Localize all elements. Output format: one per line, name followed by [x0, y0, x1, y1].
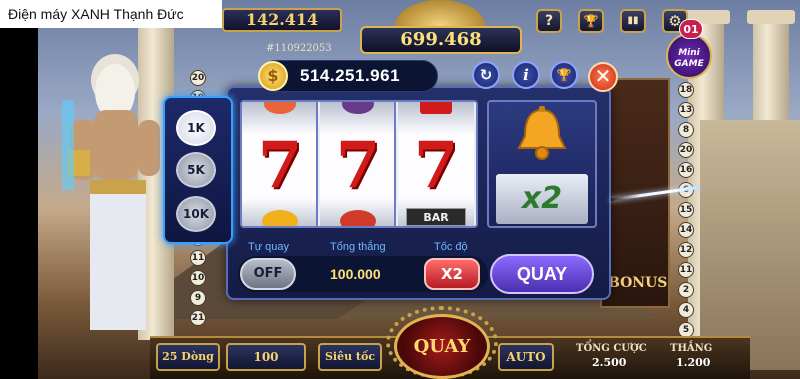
payline-column-right: 181382016615141211245	[678, 82, 696, 342]
reel-3: 7 BAR	[398, 102, 474, 226]
close-button[interactable]: ✕	[588, 62, 618, 92]
mini-game-label-line1: Mini	[678, 48, 700, 58]
payline-number[interactable]: 20	[678, 142, 694, 158]
left-black-margin	[0, 0, 38, 379]
auto-spin-label: Tự quay	[248, 241, 289, 253]
payline-number[interactable]: 15	[678, 202, 694, 218]
payline-number[interactable]: 12	[678, 242, 694, 258]
watermark-label: Điện máy XANH Thạnh Đức	[0, 0, 222, 28]
session-id: #110922053	[266, 43, 332, 54]
stats-icon[interactable]: ▮▮	[620, 9, 646, 33]
small-jackpot-display: 142.414	[222, 8, 342, 32]
payline-number[interactable]: 2	[678, 282, 694, 298]
mini-game-badge: 01	[679, 19, 703, 39]
bet-10k-button[interactable]: 10K	[176, 196, 216, 232]
seven-partial-symbol	[420, 102, 452, 114]
payline-number[interactable]: 16	[678, 162, 694, 178]
speed-button[interactable]: X2	[424, 258, 480, 290]
leaderboard-button[interactable]: 🏆	[550, 61, 578, 89]
seven-symbol: 7	[257, 128, 303, 203]
payline-number[interactable]: 18	[678, 82, 694, 98]
bet-1k-button[interactable]: 1K	[176, 110, 216, 146]
payline-number[interactable]: 14	[678, 222, 694, 238]
main-spin-button[interactable]: QUAY	[394, 314, 490, 379]
win-label: THẮNG	[670, 343, 713, 354]
total-win-label: Tổng thắng	[330, 241, 386, 253]
bonus-text: BONUS	[608, 275, 668, 291]
auto-button[interactable]: AUTO	[498, 343, 554, 371]
lines-button[interactable]: 25 Dòng	[156, 343, 220, 371]
payline-number[interactable]: 11	[678, 262, 694, 278]
temple-wall	[700, 120, 800, 370]
total-bet-label: TỔNG CƯỢC	[576, 343, 647, 354]
mini-game-label-line2: GAME	[674, 59, 704, 69]
multiplier-symbol: x2	[496, 174, 588, 224]
payline-number[interactable]: 13	[678, 102, 694, 118]
payline-number[interactable]: 9	[190, 290, 206, 306]
payline-number[interactable]: 8	[678, 122, 694, 138]
eagle-emblem	[395, 0, 485, 26]
bet-5k-button[interactable]: 5K	[176, 152, 216, 188]
payline-number[interactable]: 11	[190, 250, 206, 266]
plum-symbol	[342, 102, 374, 114]
reels-window: 7 7 7 BAR	[240, 100, 478, 228]
payline-number[interactable]: 10	[190, 270, 206, 286]
trophy-icon[interactable]: 🏆	[578, 9, 604, 33]
help-icon[interactable]: ?	[536, 9, 562, 33]
refresh-button[interactable]: ↻	[472, 61, 500, 89]
balance-value: 514.251.961	[300, 66, 401, 85]
reel-1: 7	[242, 102, 318, 226]
win-value: 1.200	[676, 356, 711, 369]
seven-symbol: 7	[413, 128, 459, 203]
payline-number[interactable]: 21	[190, 310, 206, 326]
bet-value-button[interactable]: 100	[226, 343, 306, 371]
speed-label: Tốc độ	[434, 241, 468, 253]
mini-spin-button[interactable]: QUAY	[490, 254, 594, 294]
info-button[interactable]: i	[512, 61, 540, 89]
zeus-character	[62, 54, 160, 330]
total-bet-value: 2.500	[592, 356, 627, 369]
main-jackpot-display: 699.468	[360, 26, 522, 54]
bar-symbol: BAR	[406, 208, 466, 226]
seven-symbol: 7	[335, 128, 381, 203]
auto-spin-toggle[interactable]: OFF	[240, 258, 296, 290]
coin-icon: $	[258, 61, 288, 91]
payline-number[interactable]: 4	[678, 302, 694, 318]
mini-game-button[interactable]: Mini GAME	[666, 33, 712, 79]
fruit-symbol	[264, 102, 296, 114]
total-win-value: 100.000	[330, 266, 381, 282]
watermelon-symbol	[340, 210, 376, 226]
lemon-symbol	[262, 210, 298, 226]
reel-2: 7	[320, 102, 396, 226]
turbo-button[interactable]: Siêu tốc	[318, 343, 382, 371]
bell-icon	[517, 106, 567, 160]
payline-number[interactable]: 20	[190, 70, 206, 86]
